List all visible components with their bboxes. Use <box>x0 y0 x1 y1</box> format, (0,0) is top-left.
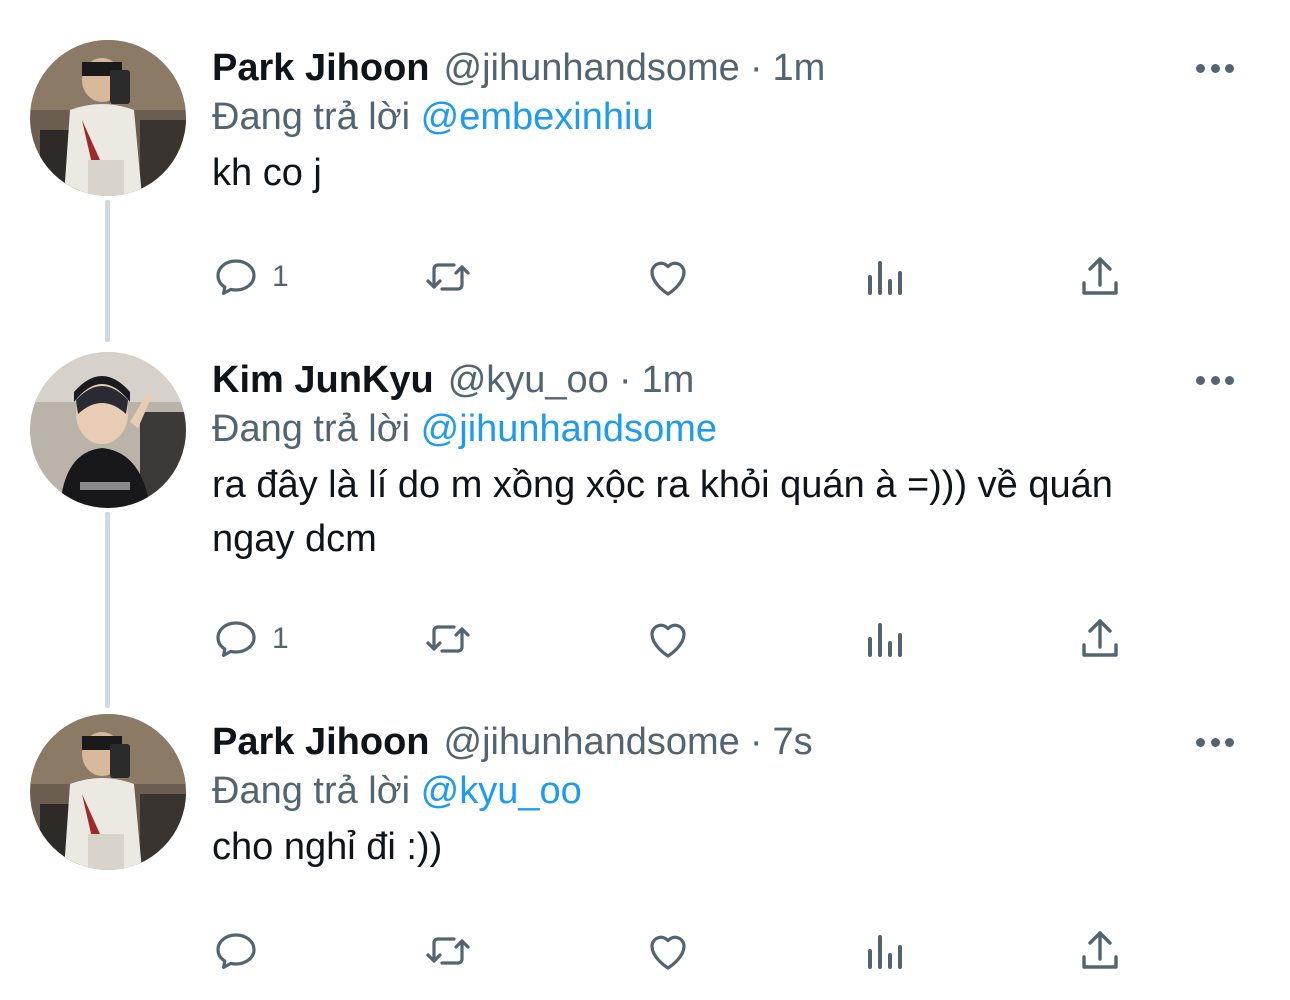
views-icon <box>868 623 902 657</box>
heart-icon <box>650 935 686 970</box>
reply-prefix: Đang trả lời <box>212 770 411 812</box>
share-button[interactable] <box>1076 614 1124 664</box>
more-icon[interactable] <box>1196 56 1234 80</box>
like-button[interactable] <box>644 926 692 976</box>
reply-context: Đang trả lời @jihunhandsome <box>212 408 717 451</box>
separator-dot: · <box>749 720 763 763</box>
action-bar: 1 <box>212 252 1152 302</box>
heart-icon <box>650 623 686 658</box>
thread-line <box>105 200 110 342</box>
author-handle[interactable]: @kyu_oo <box>448 359 609 402</box>
separator-dot: · <box>749 46 763 89</box>
share-icon <box>1082 257 1118 295</box>
action-bar: 1 <box>212 614 1152 664</box>
reply-context: Đang trả lời @kyu_oo <box>212 770 582 813</box>
views-button[interactable] <box>860 252 908 302</box>
reply-context: Đang trả lời @embexinhiu <box>212 96 654 139</box>
retweet-icon <box>426 263 470 291</box>
share-icon <box>1082 931 1118 969</box>
like-button[interactable] <box>644 252 692 302</box>
reply-icon <box>216 621 256 657</box>
reply-mention[interactable]: @jihunhandsome <box>421 408 717 450</box>
views-button[interactable] <box>860 614 908 664</box>
separator-dot: · <box>618 358 632 401</box>
views-button[interactable] <box>860 926 908 976</box>
author-handle[interactable]: @jihunhandsome <box>444 721 740 764</box>
reply-prefix: Đang trả lời <box>212 408 411 450</box>
views-icon <box>868 935 902 969</box>
like-button[interactable] <box>644 614 692 664</box>
more-icon[interactable] <box>1196 730 1234 754</box>
share-button[interactable] <box>1076 926 1124 976</box>
tweet-text: kh co j <box>212 152 322 194</box>
retweet-button[interactable] <box>424 926 472 976</box>
avatar[interactable] <box>30 714 186 870</box>
retweet-button[interactable] <box>424 614 472 664</box>
avatar[interactable] <box>30 40 186 196</box>
author-name[interactable]: Kim JunKyu <box>212 359 434 402</box>
heart-icon <box>650 261 686 296</box>
retweet-icon <box>426 625 470 653</box>
reply-icon <box>216 259 256 295</box>
timestamp[interactable]: 7s <box>772 721 812 764</box>
avatar[interactable] <box>30 352 186 508</box>
retweet-button[interactable] <box>424 252 472 302</box>
action-bar <box>212 926 1152 976</box>
thread-line <box>105 512 110 708</box>
reply-button[interactable]: 1 <box>212 252 289 302</box>
share-button[interactable] <box>1076 252 1124 302</box>
author-name[interactable]: Park Jihoon <box>212 721 430 764</box>
share-icon <box>1082 619 1118 657</box>
timestamp[interactable]: 1m <box>772 47 825 90</box>
more-icon[interactable] <box>1196 368 1234 392</box>
reply-button[interactable]: 1 <box>212 614 289 664</box>
reply-button[interactable] <box>212 926 260 976</box>
timestamp[interactable]: 1m <box>641 359 694 402</box>
retweet-icon <box>426 937 470 965</box>
reply-count: 1 <box>272 260 289 293</box>
reply-prefix: Đang trả lời <box>212 96 411 138</box>
reply-mention[interactable]: @embexinhiu <box>421 96 654 138</box>
reply-count: 1 <box>272 622 289 655</box>
reply-icon <box>216 933 256 969</box>
author-name[interactable]: Park Jihoon <box>212 47 430 90</box>
views-icon <box>868 261 902 295</box>
author-handle[interactable]: @jihunhandsome <box>444 47 740 90</box>
reply-mention[interactable]: @kyu_oo <box>421 770 582 812</box>
tweet-text: cho nghỉ đi :)) <box>212 826 443 868</box>
tweet-text: ra đây là lí do m xồng xộc ra khỏi quán … <box>212 464 1113 560</box>
